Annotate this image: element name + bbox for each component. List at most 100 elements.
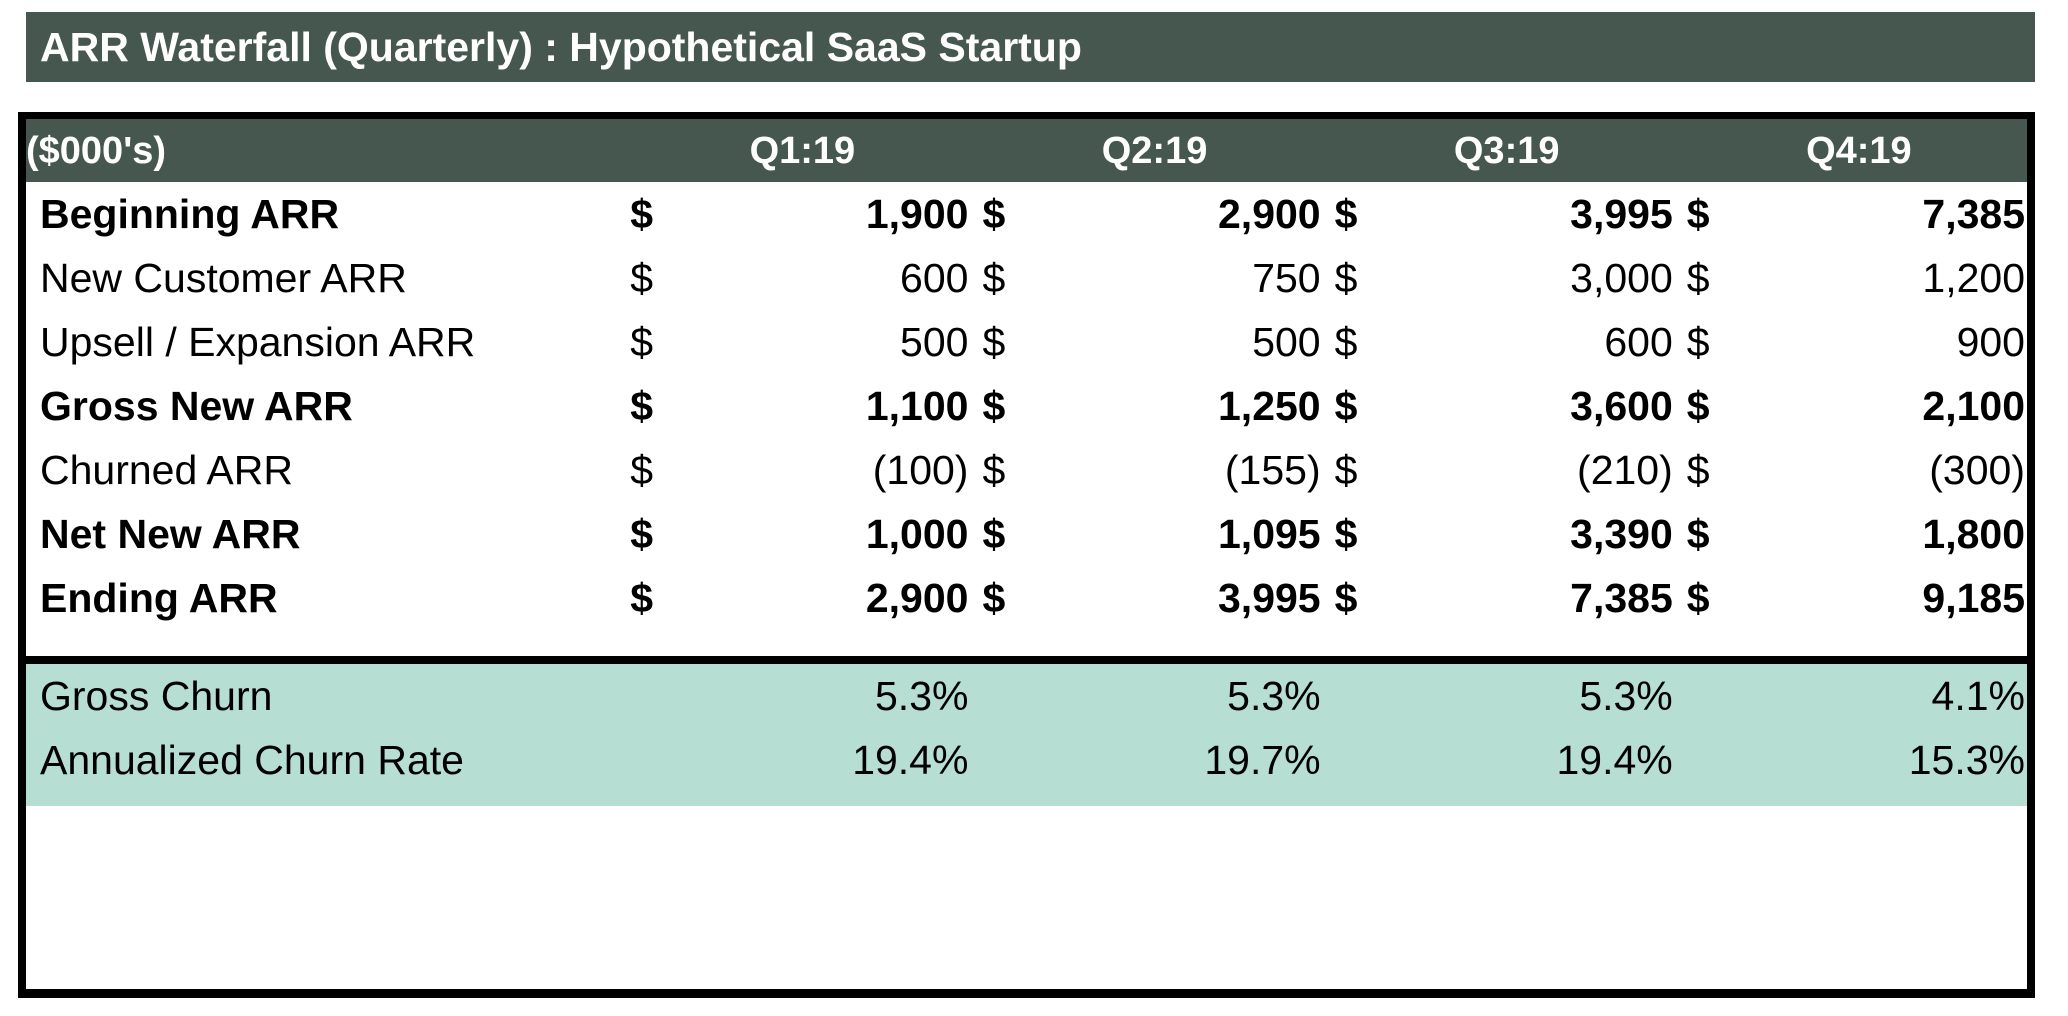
footer-bottom-pad: [26, 792, 2035, 806]
cell-gross-new-arr-q1: 1,100: [696, 374, 979, 438]
cell-annualized-churn-rate-q3: 19.4%: [1400, 728, 1683, 792]
cell-gross-churn-q3: 5.3%: [1400, 664, 1683, 728]
footer-currency-spacer: [978, 664, 1049, 728]
footer-currency-spacer: [1682, 664, 1753, 728]
currency-symbol: $: [1330, 182, 1401, 246]
cell-ending-arr-q2: 3,995: [1048, 566, 1331, 630]
column-header-q3: Q3:19: [1453, 129, 1560, 172]
cell-beginning-arr-q3: 3,995: [1400, 182, 1683, 246]
table-title-band: ARR Waterfall (Quarterly) : Hypothetical…: [26, 12, 2035, 82]
cell-gross-churn-q4: 4.1%: [1752, 664, 2035, 728]
currency-symbol: $: [978, 182, 1049, 246]
footer-divider-rule: [26, 656, 2035, 664]
section-spacer-cell: [26, 630, 2035, 656]
cell-net-new-arr-q2: 1,095: [1048, 502, 1331, 566]
table-grid: ($000's) Q1:19 Q2:19 Q3:19 Q4:19 Beginni…: [26, 119, 2035, 806]
currency-symbol: $: [1682, 310, 1753, 374]
column-header-q4: Q4:19: [1806, 129, 1912, 172]
title-divider-rule: [18, 112, 2035, 119]
row-label-upsell-expansion-arr: Upsell / Expansion ARR: [26, 310, 627, 374]
table-row: Ending ARR $ 2,900 $ 3,995 $ 7,385 $ 9,1…: [26, 566, 2035, 630]
cell-new-customer-arr-q3: 3,000: [1400, 246, 1683, 310]
table-row: Beginning ARR $ 1,900 $ 2,900 $ 3,995 $ …: [26, 182, 2035, 246]
currency-symbol: $: [1330, 374, 1401, 438]
footer-row: Gross Churn 5.3% 5.3% 5.3% 4.1%: [26, 664, 2035, 728]
cell-net-new-arr-q4: 1,800: [1752, 502, 2035, 566]
column-header-q2: Q2:19: [1101, 129, 1208, 172]
row-label-beginning-arr: Beginning ARR: [26, 182, 627, 246]
row-label-annualized-churn-rate: Annualized Churn Rate: [26, 728, 627, 792]
section-spacer: [26, 630, 2035, 656]
page-title: ARR Waterfall (Quarterly) : Hypothetical…: [40, 23, 1082, 70]
cell-upsell-expansion-arr-q3: 600: [1400, 310, 1683, 374]
cell-annualized-churn-rate-q4: 15.3%: [1752, 728, 2035, 792]
cell-gross-churn-q1: 5.3%: [696, 664, 979, 728]
currency-symbol: $: [978, 310, 1049, 374]
currency-symbol: $: [978, 566, 1049, 630]
currency-symbol: $: [978, 502, 1049, 566]
footer-currency-spacer: [626, 728, 697, 792]
arr-waterfall-table: ARR Waterfall (Quarterly) : Hypothetical…: [0, 0, 2068, 1016]
currency-symbol: $: [626, 310, 697, 374]
cell-ending-arr-q4: 9,185: [1752, 566, 2035, 630]
cell-churned-arr-q3: (210): [1400, 438, 1683, 502]
currency-symbol: $: [978, 246, 1049, 310]
unit-label: ($000's): [26, 129, 167, 172]
cell-churned-arr-q2: (155): [1048, 438, 1331, 502]
cell-upsell-expansion-arr-q1: 500: [696, 310, 979, 374]
table-row: Upsell / Expansion ARR $ 500 $ 500 $ 600…: [26, 310, 2035, 374]
currency-symbol: $: [1682, 182, 1753, 246]
cell-gross-new-arr-q3: 3,600: [1400, 374, 1683, 438]
currency-symbol: $: [1330, 246, 1401, 310]
currency-symbol: $: [626, 438, 697, 502]
cell-gross-new-arr-q2: 1,250: [1048, 374, 1331, 438]
currency-symbol: $: [1330, 438, 1401, 502]
cell-churned-arr-q1: (100): [696, 438, 979, 502]
row-label-ending-arr: Ending ARR: [26, 566, 627, 630]
cell-beginning-arr-q4: 7,385: [1752, 182, 2035, 246]
cell-annualized-churn-rate-q2: 19.7%: [1048, 728, 1331, 792]
cell-beginning-arr-q2: 2,900: [1048, 182, 1331, 246]
cell-gross-churn-q2: 5.3%: [1048, 664, 1331, 728]
currency-symbol: $: [626, 566, 697, 630]
currency-symbol: $: [626, 502, 697, 566]
cell-beginning-arr-q1: 1,900: [696, 182, 979, 246]
currency-symbol: $: [1330, 566, 1401, 630]
row-label-gross-churn: Gross Churn: [26, 664, 627, 728]
footer-row: Annualized Churn Rate 19.4% 19.7% 19.4% …: [26, 728, 2035, 792]
cell-upsell-expansion-arr-q4: 900: [1752, 310, 2035, 374]
column-header-q1: Q1:19: [749, 129, 856, 172]
footer-currency-spacer: [626, 664, 697, 728]
cell-new-customer-arr-q2: 750: [1048, 246, 1331, 310]
currency-symbol: $: [1682, 246, 1753, 310]
cell-new-customer-arr-q1: 600: [696, 246, 979, 310]
currency-symbol: $: [626, 374, 697, 438]
arr-table: ($000's) Q1:19 Q2:19 Q3:19 Q4:19 Beginni…: [26, 119, 2035, 806]
footer-currency-spacer: [1330, 728, 1401, 792]
currency-symbol: $: [1682, 502, 1753, 566]
currency-symbol: $: [1682, 566, 1753, 630]
row-label-churned-arr: Churned ARR: [26, 438, 627, 502]
row-label-new-customer-arr: New Customer ARR: [26, 246, 627, 310]
footer-divider-cell: [26, 656, 2035, 664]
table-row: Net New ARR $ 1,000 $ 1,095 $ 3,390 $ 1,…: [26, 502, 2035, 566]
table-row: Gross New ARR $ 1,100 $ 1,250 $ 3,600 $ …: [26, 374, 2035, 438]
currency-symbol: $: [978, 374, 1049, 438]
cell-gross-new-arr-q4: 2,100: [1752, 374, 2035, 438]
row-label-net-new-arr: Net New ARR: [26, 502, 627, 566]
currency-symbol: $: [978, 438, 1049, 502]
footer-currency-spacer: [978, 728, 1049, 792]
cell-ending-arr-q1: 2,900: [696, 566, 979, 630]
cell-upsell-expansion-arr-q2: 500: [1048, 310, 1331, 374]
cell-annualized-churn-rate-q1: 19.4%: [696, 728, 979, 792]
table-row: New Customer ARR $ 600 $ 750 $ 3,000 $ 1…: [26, 246, 2035, 310]
table-header-row: ($000's) Q1:19 Q2:19 Q3:19 Q4:19: [26, 119, 2035, 182]
cell-net-new-arr-q1: 1,000: [696, 502, 979, 566]
currency-symbol: $: [1330, 502, 1401, 566]
currency-symbol: $: [1682, 438, 1753, 502]
cell-churned-arr-q4: (300): [1752, 438, 2035, 502]
cell-ending-arr-q3: 7,385: [1400, 566, 1683, 630]
currency-symbol: $: [1330, 310, 1401, 374]
footer-bottom-pad-cell: [26, 792, 2035, 806]
cell-new-customer-arr-q4: 1,200: [1752, 246, 2035, 310]
